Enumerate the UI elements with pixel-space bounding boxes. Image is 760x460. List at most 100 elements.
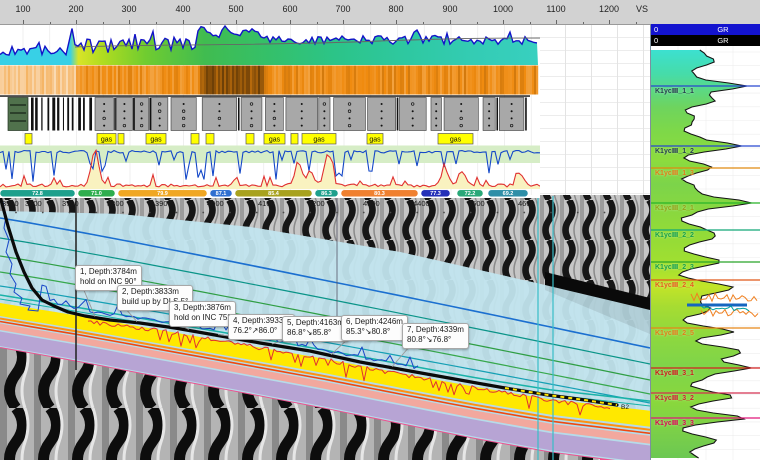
- ruler-tick: 300: [121, 4, 136, 14]
- gr-curve-name: GR: [717, 35, 728, 46]
- formation-top-label[interactable]: K1ycⅢ_1_3: [655, 169, 694, 177]
- gas-show-label: gas: [313, 137, 325, 144]
- interval-value: 72.8: [32, 191, 43, 197]
- gr-scale-min: 0: [654, 35, 658, 46]
- md-depth-label: 3800: [107, 199, 124, 208]
- interval-value: 79.9: [157, 191, 168, 197]
- ruler-minor-tick: [317, 22, 318, 24]
- formation-top-label[interactable]: K1ycⅢ_2_3: [655, 263, 694, 271]
- md-depth-label: 3500: [2, 199, 19, 208]
- ruler-tick: 900: [442, 4, 457, 14]
- trajectory-annotation[interactable]: 6, Depth:4246m85.3°↘80.8°: [341, 315, 408, 341]
- trajectory-annotation[interactable]: 7, Depth:4339m80.8°↘76.8°: [402, 323, 469, 349]
- gas-show-label: gas: [101, 137, 113, 144]
- gas-show-marker: [191, 134, 199, 145]
- annotation-depth: 7, Depth:4339m: [407, 325, 464, 335]
- formation-top-label[interactable]: K1ycⅢ_1_2: [655, 147, 694, 155]
- formation-top-label[interactable]: K1ycⅢ_2_4: [655, 281, 694, 289]
- well-section-window: B235003600370038003900400041004200430044…: [0, 0, 760, 460]
- gas-show-label: gas: [369, 137, 381, 144]
- well-end-label: B2: [621, 404, 629, 411]
- ruler-tick-mark: [503, 20, 504, 24]
- md-depth-label: 3600: [25, 199, 42, 208]
- ruler-tick-mark: [290, 20, 291, 24]
- md-depth-label: 4500: [468, 199, 485, 208]
- ruler-tick-mark: [343, 20, 344, 24]
- ruler-tick: 200: [68, 4, 83, 14]
- ruler-tick: 1100: [546, 4, 565, 14]
- interval-value: 72.2: [465, 191, 476, 197]
- ruler-tick: 1200: [599, 4, 619, 14]
- ruler-minor-tick: [50, 22, 51, 24]
- interval-value: 85.4: [268, 191, 280, 197]
- annotation-note: 85.3°↘80.8°: [346, 327, 403, 337]
- ruler-tick-mark: [450, 20, 451, 24]
- vs-ruler[interactable]: VS 100 200 300 400 500 600 700 800 900 1000 1100 12…: [0, 0, 760, 25]
- ruler-minor-tick: [477, 22, 478, 24]
- ruler-minor-tick: [583, 22, 584, 24]
- annotation-depth: 2, Depth:3833m: [122, 287, 188, 297]
- formation-top-label[interactable]: K1ycⅢ_3_1: [655, 369, 694, 377]
- gr-scale-min: 0: [654, 24, 658, 35]
- ruler-tick: 700: [335, 4, 350, 14]
- gas-show-marker: [25, 134, 32, 145]
- gr-track-header[interactable]: 0 GR: [651, 24, 760, 35]
- ruler-tick-mark: [236, 20, 237, 24]
- empty-grid-area: [540, 25, 650, 195]
- ruler-minor-tick: [103, 22, 104, 24]
- ruler-tick: 100: [15, 4, 30, 14]
- annotation-note: 86.8°↘85.8°: [287, 328, 344, 338]
- md-depth-label: 4200: [308, 199, 325, 208]
- formation-top-label[interactable]: K1ycⅢ_3_3: [655, 419, 694, 427]
- ruler-tick: 600: [282, 4, 297, 14]
- trajectory-annotation[interactable]: 5, Depth:4163m86.8°↘85.8°: [282, 316, 349, 342]
- gas-show-marker: [206, 134, 214, 145]
- gr-track-header[interactable]: 0 GR: [651, 35, 760, 46]
- ruler-minor-tick: [156, 22, 157, 24]
- annotation-note: hold on INC 75°: [174, 313, 231, 323]
- ruler-tick-mark: [556, 20, 557, 24]
- trajectory-annotation[interactable]: 3, Depth:3876mhold on INC 75°: [169, 301, 236, 327]
- ruler-tick: 800: [388, 4, 403, 14]
- ruler-tick-mark: [183, 20, 184, 24]
- md-depth-label: 4300: [363, 199, 380, 208]
- interval-value: 77.3: [430, 191, 441, 197]
- ruler-minor-tick: [210, 22, 211, 24]
- annotation-note: 80.8°↘76.8°: [407, 335, 464, 345]
- gas-show-label: gas: [150, 137, 162, 144]
- ruler-minor-tick: [530, 22, 531, 24]
- formation-top-label[interactable]: K1ycⅢ_2_5: [655, 329, 694, 337]
- md-depth-label: 4400: [413, 199, 430, 208]
- md-depth-label: 4100: [258, 199, 275, 208]
- gr-curve-name: GR: [717, 24, 728, 35]
- formation-top-label[interactable]: K1ycⅢ_1_1: [655, 87, 694, 95]
- ruler-tick: 400: [175, 4, 190, 14]
- formation-top-label[interactable]: K1ycⅢ_2_2: [655, 231, 694, 239]
- ruler-tick: 500: [228, 4, 243, 14]
- ruler-tick: 1000: [493, 4, 513, 14]
- ruler-minor-tick: [370, 22, 371, 24]
- ruler-minor-tick: [636, 22, 637, 24]
- interval-value: 80.3: [374, 191, 385, 197]
- annotation-depth: 3, Depth:3876m: [174, 303, 231, 313]
- formation-top-label[interactable]: K1ycⅢ_2_1: [655, 204, 694, 212]
- log-tracks[interactable]: gasgasgasgasgasgas72.871.079.987.185.486…: [0, 24, 540, 198]
- gas-show-marker: [118, 134, 124, 145]
- md-depth-label: 4600: [518, 199, 535, 208]
- gas-show-label: gas: [269, 137, 281, 144]
- md-depth-label: 3900: [155, 199, 172, 208]
- gr-track-panel[interactable]: 0 GR 0 GR K1ycⅢ_1_1 K1ycⅢ_1_2 K1ycⅢ_1_3 K1y…: [650, 24, 760, 460]
- ruler-unit-label: VS: [636, 4, 648, 14]
- interval-value: 69.2: [503, 191, 514, 197]
- ruler-tick-mark: [76, 20, 77, 24]
- annotation-depth: 1, Depth:3784m: [80, 267, 137, 277]
- interval-value: 86.3: [321, 191, 332, 197]
- ruler-minor-tick: [263, 22, 264, 24]
- ruler-tick-mark: [23, 20, 24, 24]
- formation-top-label[interactable]: K1ycⅢ_3_2: [655, 394, 694, 402]
- gas-show-marker: [291, 134, 298, 145]
- ruler-tick-mark: [609, 20, 610, 24]
- gas-show-marker: [246, 134, 254, 145]
- annotation-depth: 5, Depth:4163m: [287, 318, 344, 328]
- md-depth-label: 4000: [207, 199, 224, 208]
